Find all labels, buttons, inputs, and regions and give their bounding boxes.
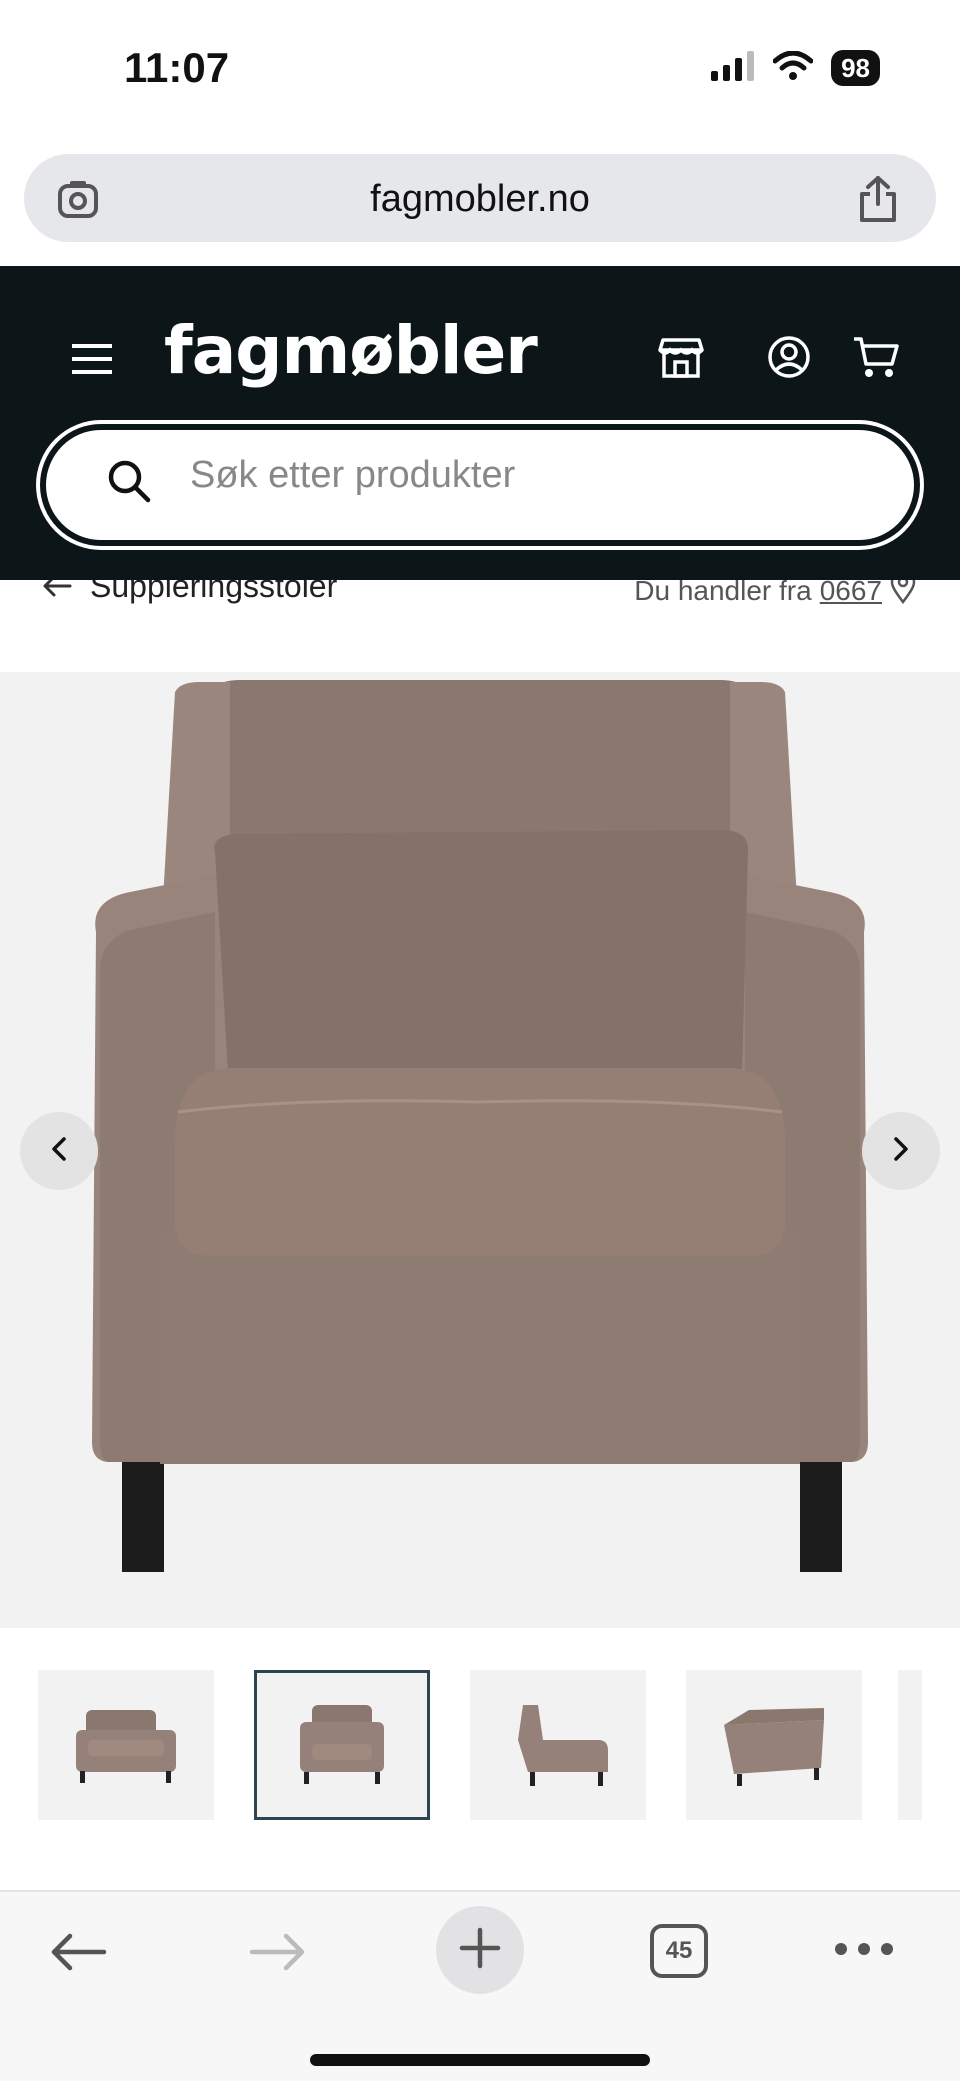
plus-icon	[458, 1926, 502, 1975]
chevron-right-icon	[892, 1136, 910, 1167]
next-image-button[interactable]	[862, 1112, 940, 1190]
search-input[interactable]	[190, 454, 870, 497]
url-text[interactable]: fagmobler.no	[24, 178, 936, 221]
thumbnail-strip	[38, 1670, 862, 1820]
cart-icon[interactable]	[852, 334, 900, 385]
back-arrow-icon	[42, 580, 72, 605]
status-time: 11:07	[124, 44, 230, 91]
search-box[interactable]	[36, 420, 924, 550]
battery-indicator: 98	[831, 50, 880, 86]
site-logo[interactable]: fagmøbler	[164, 312, 538, 389]
breadcrumb: Suppleringsstoler Du handler fra 0667	[0, 580, 960, 620]
product-image[interactable]	[0, 672, 960, 1628]
search-icon[interactable]	[106, 458, 152, 509]
store-prefix: Du handler fra	[634, 580, 812, 606]
home-indicator	[310, 2054, 650, 2066]
location-pin-icon	[890, 580, 916, 611]
thumbnail-front-angle[interactable]	[38, 1670, 214, 1820]
armchair-image	[92, 680, 868, 1572]
browser-toolbar: 45	[0, 1890, 960, 2081]
chevron-left-icon	[50, 1136, 68, 1167]
new-tab-button[interactable]	[436, 1906, 524, 1994]
search-inner[interactable]	[46, 430, 914, 540]
user-icon[interactable]	[766, 334, 812, 385]
postal-code-link[interactable]: 0667	[820, 580, 882, 607]
back-icon[interactable]	[48, 1932, 108, 1977]
back-to-category-link[interactable]: Suppleringsstoler	[42, 580, 337, 605]
status-bar: 11:07 98	[0, 0, 960, 140]
thumbnail-back-angle[interactable]	[686, 1670, 862, 1820]
category-label[interactable]: Suppleringsstoler	[90, 580, 337, 605]
prev-image-button[interactable]	[20, 1112, 98, 1190]
thumbnail-partial[interactable]	[898, 1670, 922, 1820]
thumbnail-front[interactable]	[254, 1670, 430, 1820]
signal-icon	[711, 50, 755, 86]
tabs-button[interactable]: 45	[650, 1924, 708, 1978]
menu-icon[interactable]	[72, 344, 112, 379]
wifi-icon	[772, 50, 814, 86]
store-location[interactable]: Du handler fra 0667	[634, 580, 916, 611]
forward-icon[interactable]	[248, 1932, 308, 1977]
store-icon[interactable]	[658, 334, 704, 385]
share-icon[interactable]	[856, 174, 900, 229]
thumbnail-side[interactable]	[470, 1670, 646, 1820]
status-icons: 98	[711, 50, 880, 86]
address-bar[interactable]: fagmobler.no	[24, 154, 936, 242]
more-icon[interactable]	[834, 1942, 894, 1961]
